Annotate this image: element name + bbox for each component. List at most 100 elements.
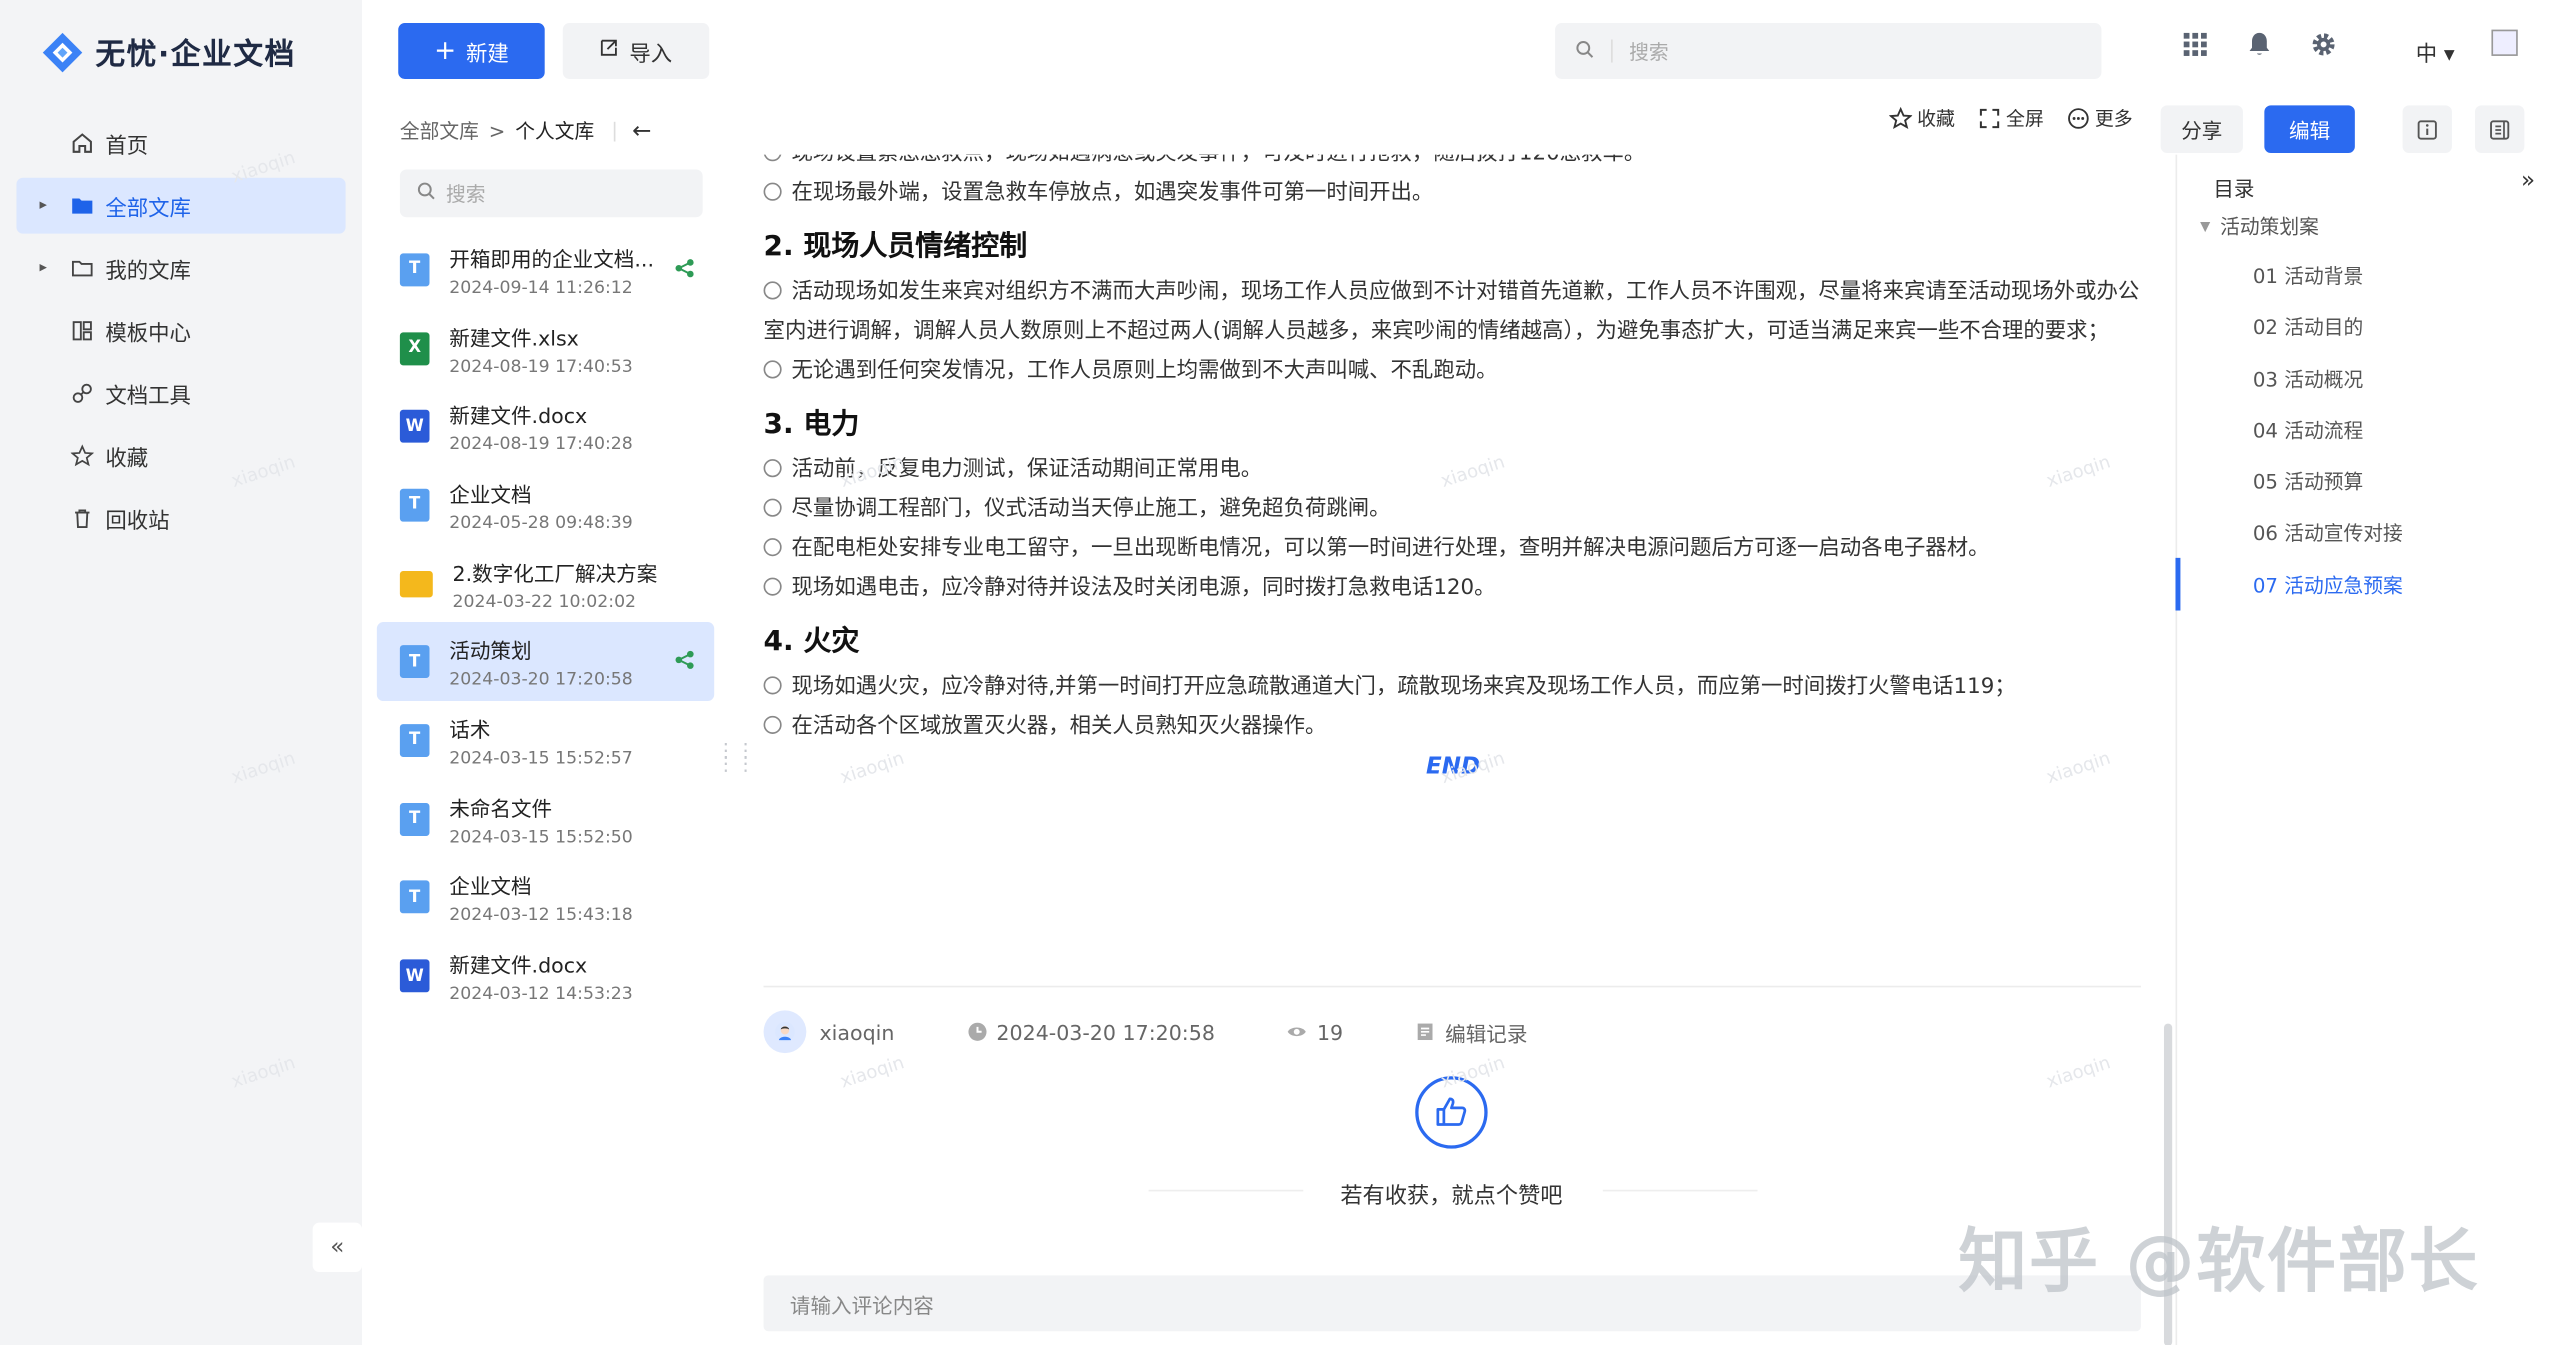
edit-history-link[interactable]: 编辑记录 [1416, 1016, 1527, 1047]
file-list-item[interactable]: T 企业文档 2024-05-28 09:48:39 [377, 466, 714, 544]
bullet-circle-icon [763, 676, 782, 695]
zhihu-watermark: 知乎 @软件部长 [1958, 1221, 2480, 1302]
import-button[interactable]: 导入 [562, 23, 710, 79]
toc-item[interactable]: 01 活动背景 [2253, 252, 2403, 304]
brand-logo[interactable]: 无忧·企业文档 [39, 30, 295, 76]
expand-caret-icon[interactable]: ▸ [39, 197, 46, 213]
toc-list: 01 活动背景 02 活动目的 03 活动概况 04 活动流程 05 活动预算 06 活动… [2253, 252, 2403, 613]
toc-title: 目录 [2213, 176, 2255, 201]
edit-button[interactable]: 编辑 [2264, 105, 2355, 154]
left-nav: 无忧·企业文档 首页 ▸ 全部文库 ▸ 我的文库 模板中心 文档工具 收藏 回收… [0, 0, 363, 1345]
comment-input[interactable]: 请输入评论内容 [763, 1275, 2141, 1332]
fullscreen-icon [1979, 108, 2000, 129]
nav-item-label: 我的文库 [105, 259, 191, 284]
section-heading: 3. 电力 [763, 408, 860, 442]
toc-item[interactable]: 05 活动预算 [2253, 458, 2403, 510]
collapse-sidebar-button[interactable]: « [312, 1222, 363, 1273]
info-button[interactable] [2402, 105, 2452, 154]
nav-item-tools[interactable]: 文档工具 [16, 365, 345, 421]
toc-item[interactable]: 04 活动流程 [2253, 406, 2403, 458]
toc-item[interactable]: 07 活动应急预案 [2253, 561, 2403, 613]
file-meta: 新建文件.docx 2024-08-19 17:40:28 [449, 399, 633, 455]
like-prompt: 若有收获，就点个赞吧 [1340, 1183, 1563, 1210]
file-name: 企业文档 [449, 482, 532, 507]
file-list-item[interactable]: T 企业文档 2024-03-12 15:43:18 [377, 858, 714, 936]
tools-icon [69, 380, 95, 406]
bullet-circle-icon [763, 360, 782, 379]
document-paragraph: 活动前，反复电力测试，保证活动期间正常用电。 [763, 451, 2143, 490]
home-icon [69, 130, 95, 156]
gear-icon[interactable] [2309, 30, 2339, 60]
thumbs-up-icon [1436, 1097, 1467, 1126]
bullet-circle-icon [763, 715, 782, 734]
outline-panel-button[interactable] [2474, 105, 2525, 154]
file-list-item[interactable]: X 新建文件.xlsx 2024-08-19 17:40:53 [377, 309, 714, 387]
more-button[interactable]: 更多 [2067, 105, 2133, 131]
file-name: 活动策划 [449, 638, 532, 664]
file-list: T 开箱即用的企业文档... 2024-09-14 11:26:12 X 新建文件.xl… [376, 230, 715, 1015]
document-meta: xiaoqin 2024-03-20 17:20:58 19 编辑记录 [763, 1010, 1527, 1054]
toc-collapse-icon[interactable]: » [2521, 168, 2535, 194]
breadcrumb-root[interactable]: 全部文库 [400, 117, 479, 145]
share-button[interactable]: 分享 [2160, 105, 2243, 154]
new-button[interactable]: + 新建 [398, 23, 545, 79]
file-list-item[interactable]: 2.数字化工厂解决方案 2024-03-22 10:02:02 [377, 544, 714, 622]
share-icon[interactable] [675, 258, 695, 278]
document-viewer: 现场设置紧急急救点，现场如遇病患或突发事件，可及时进行抢救，随后拨打120急救车… [731, 154, 2173, 1345]
file-meta: 活动策划 2024-03-20 17:20:58 [449, 634, 633, 690]
file-search-input[interactable]: 搜索 [399, 169, 703, 218]
global-search-input[interactable]: 搜索 [1555, 23, 2102, 79]
word-file-icon: W [399, 959, 430, 993]
language-switcher[interactable]: 中 ▾ [2416, 36, 2455, 68]
document-paragraph: 现场设置紧急急救点，现场如遇病患或突发事件，可及时进行抢救，随后拨打120急救车… [763, 154, 2143, 175]
nav-item-favorites[interactable]: 收藏 [16, 428, 345, 484]
bell-icon[interactable] [2245, 30, 2275, 60]
like-button[interactable] [1415, 1076, 1488, 1149]
toc-item[interactable]: 06 活动宣传对接 [2253, 509, 2403, 561]
file-list-item[interactable]: T 话术 2024-03-15 15:52:57 [377, 701, 714, 779]
fullscreen-button[interactable]: 全屏 [1978, 105, 2044, 131]
file-list-item[interactable]: T 未命名文件 2024-03-15 15:52:50 [377, 780, 714, 858]
template-icon [69, 318, 95, 344]
breadcrumb-divider [613, 120, 616, 141]
file-meta: 2.数字化工厂解决方案 2024-03-22 10:02:02 [453, 556, 658, 611]
author-avatar[interactable] [763, 1010, 807, 1054]
author-name[interactable]: xiaoqin [820, 1019, 895, 1044]
nav-item-all-libraries[interactable]: ▸ 全部文库 [16, 177, 346, 234]
nav-item-my-libraries[interactable]: ▸ 我的文库 [16, 240, 345, 296]
nav-item-templates[interactable]: 模板中心 [16, 303, 345, 359]
file-list-item[interactable]: W 新建文件.docx 2024-08-19 17:40:28 [377, 387, 714, 465]
file-name: 未命名文件 [449, 795, 553, 821]
file-date: 2024-08-19 17:40:28 [449, 434, 633, 455]
nav-item-home[interactable]: 首页 [16, 115, 345, 171]
view-count-value: 19 [1316, 1019, 1344, 1045]
breadcrumb: 全部文库 > 个人文库 ← [400, 117, 651, 145]
back-arrow-icon[interactable]: ← [632, 118, 651, 144]
toc-root-item[interactable]: ▼ 活动策划案 [2200, 212, 2319, 240]
clock-icon [967, 1022, 986, 1041]
expand-caret-icon[interactable]: ▸ [39, 260, 46, 276]
file-meta: 新建文件.xlsx 2024-08-19 17:40:53 [449, 320, 633, 376]
document-paragraph: 尽量协调工程部门，仪式活动当天停止施工，避免超负荷跳闸。 [763, 490, 2143, 529]
user-avatar[interactable] [2491, 29, 2518, 56]
toc-item[interactable]: 02 活动目的 [2253, 303, 2403, 355]
brand-name: 无忧·企业文档 [95, 37, 296, 73]
nav-item-label: 回收站 [105, 509, 170, 534]
bullet-circle-icon [763, 281, 782, 300]
file-search-placeholder: 搜索 [445, 182, 486, 206]
toc-item[interactable]: 03 活动概况 [2253, 355, 2403, 407]
favorite-button[interactable]: 收藏 [1889, 105, 1955, 131]
eye-icon [1288, 1027, 1307, 1037]
toc-root-label: 活动策划案 [2220, 215, 2319, 239]
search-divider [1611, 39, 1613, 63]
file-list-item[interactable]: T 活动策划 2024-03-20 17:20:58 [376, 622, 715, 702]
history-doc-icon [1417, 1023, 1433, 1041]
text-doc-icon: T [399, 724, 430, 757]
file-name: 企业文档 [449, 874, 532, 900]
folder-outline-icon [69, 255, 95, 281]
file-list-item[interactable]: W 新建文件.docx 2024-03-12 14:53:23 [377, 937, 714, 1015]
apps-grid-icon[interactable] [2180, 30, 2210, 60]
file-list-item[interactable]: T 开箱即用的企业文档... 2024-09-14 11:26:12 [377, 230, 714, 308]
share-icon[interactable] [675, 651, 695, 671]
nav-item-trash[interactable]: 回收站 [16, 490, 345, 546]
